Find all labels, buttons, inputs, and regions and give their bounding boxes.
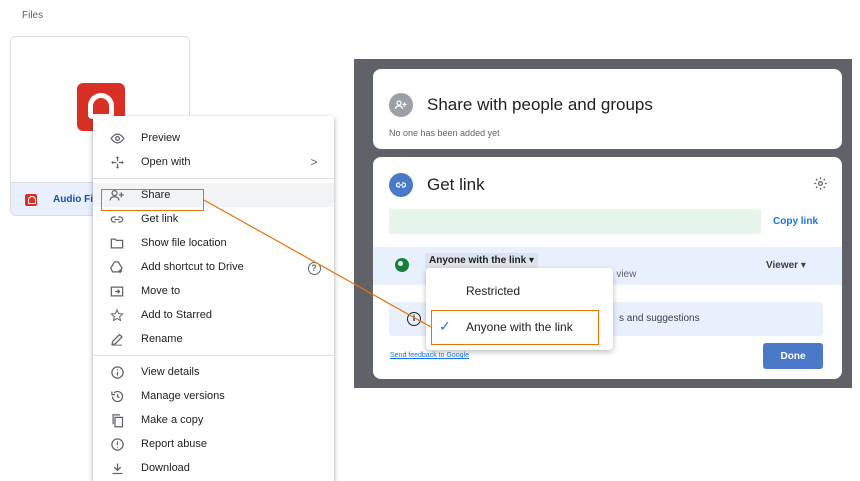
annotation-connector-line — [203, 199, 432, 328]
